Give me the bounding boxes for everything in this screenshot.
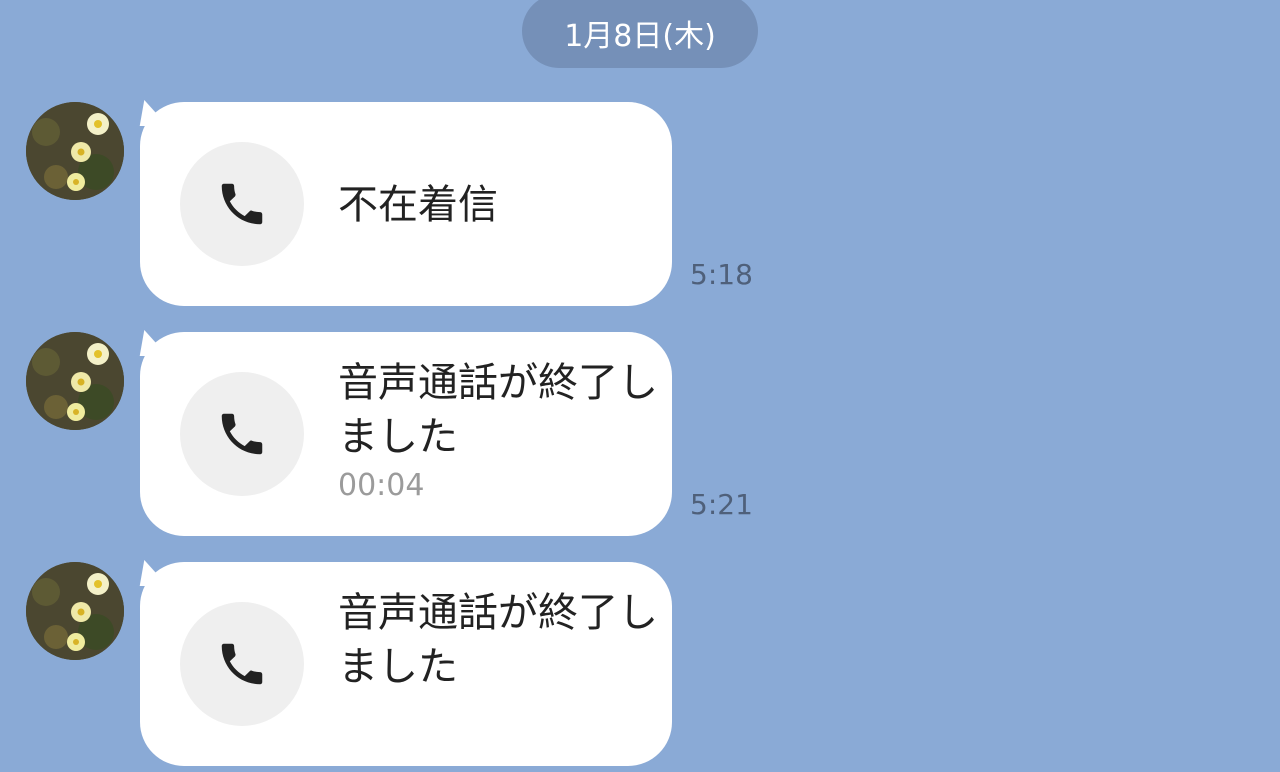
call-title: 音声通話が終了しました: [338, 590, 658, 690]
call-message-bubble[interactable]: 音声通話が終了しました 00:04: [140, 332, 672, 536]
call-title: 音声通話が終了しました: [338, 360, 658, 460]
message-timestamp: 5:18: [690, 258, 753, 291]
phone-icon: [180, 142, 304, 266]
date-separator: 1月8日(木): [522, 0, 758, 68]
phone-icon: [180, 372, 304, 496]
phone-icon: [180, 602, 304, 726]
call-duration: 00:04: [338, 468, 425, 503]
message-timestamp: 5:21: [690, 488, 753, 521]
avatar[interactable]: [26, 562, 124, 660]
call-message-bubble[interactable]: 音声通話が終了しました: [140, 562, 672, 766]
chat-message-row: 音声通話が終了しました 00:04 5:21: [0, 330, 1280, 542]
avatar[interactable]: [26, 102, 124, 200]
call-message-bubble[interactable]: 不在着信: [140, 102, 672, 306]
call-title: 不在着信: [338, 182, 498, 228]
chat-message-row: 不在着信 5:18: [0, 100, 1280, 312]
avatar[interactable]: [26, 332, 124, 430]
chat-message-row: 音声通話が終了しました: [0, 560, 1280, 772]
